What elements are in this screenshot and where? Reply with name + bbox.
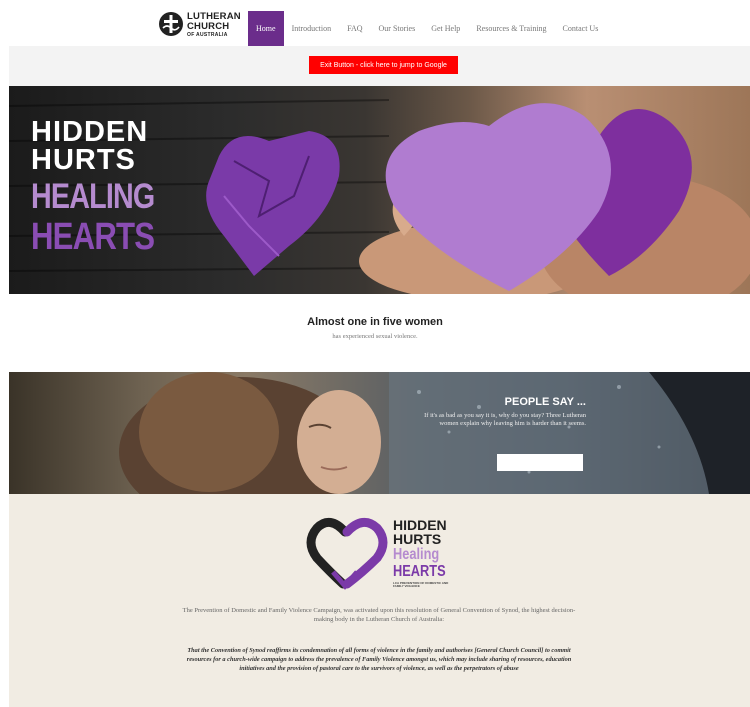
main-nav: Home Introduction FAQ Our Stories Get He… [248,11,606,46]
cross-heart-icon [159,12,183,36]
hero-line4: HEARTS [31,216,155,258]
hero-line1: HIDDEN [31,116,149,148]
people-say-banner: PEOPLE SAY ... If it's as bad as you say… [9,372,750,494]
campaign-logo-line2: HURTS [393,531,442,547]
hero-banner: HIDDEN HURTS HEALING HEARTS [9,86,750,294]
people-say-text: If it's as bad as you say it is, why do … [424,412,586,427]
campaign-section: HIDDEN HURTS Healing HEARTS LCA PREVENTI… [9,494,750,707]
stat-heading: Almost one in five women [307,316,443,328]
nav-get-help[interactable]: Get Help [423,11,468,46]
exit-bar: Exit Button - click here to jump to Goog… [9,46,750,86]
logo-text: LUTHERAN CHURCH OF AUSTRALIA [187,12,241,39]
nav-our-stories[interactable]: Our Stories [371,11,424,46]
statistic-section: Almost one in five women has experienced… [0,294,750,372]
campaign-logo-line3: Healing [393,546,440,563]
nav-faq[interactable]: FAQ [339,11,370,46]
logo-line2: CHURCH [187,21,230,32]
campaign-logo: HIDDEN HURTS Healing HEARTS LCA PREVENTI… [305,510,457,590]
woman-window-image [119,372,750,494]
lca-logo[interactable]: LUTHERAN CHURCH OF AUSTRALIA [158,11,241,41]
campaign-paragraph: The Prevention of Domestic and Family Vi… [182,607,576,623]
nav-contact-us[interactable]: Contact Us [555,11,607,46]
campaign-logo-tagline: LCA PREVENTION OF DOMESTIC AND FAMILY VI… [393,581,449,588]
nav-resources-training[interactable]: Resources & Training [468,11,554,46]
nav-introduction[interactable]: Introduction [284,11,340,46]
hero-line2: HURTS [31,144,136,176]
hero-line3: HEALING [31,177,155,216]
exit-button[interactable]: Exit Button - click here to jump to Goog… [309,56,458,74]
campaign-logo-line4: HEARTS [393,563,446,580]
site-header: LUTHERAN CHURCH OF AUSTRALIA Home Introd… [0,0,750,46]
people-say-button[interactable] [497,454,583,471]
synod-resolution-quote: That the Convention of Synod reaffirms i… [186,647,572,672]
campaign-logo-line1: HIDDEN [393,517,447,533]
nav-home[interactable]: Home [248,11,284,46]
stat-subtext: has experienced sexual violence. [332,333,418,340]
logo-line3: OF AUSTRALIA [187,32,228,38]
people-say-title: PEOPLE SAY ... [504,396,586,408]
